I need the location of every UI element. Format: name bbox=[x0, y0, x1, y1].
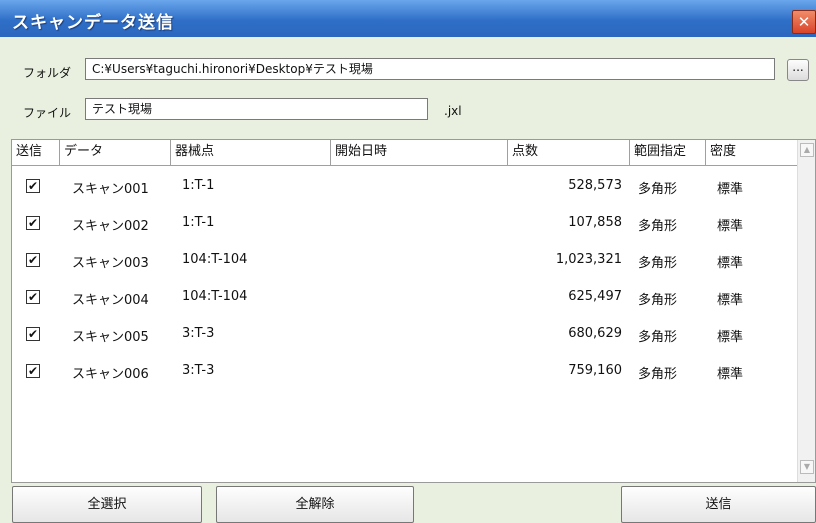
header-data[interactable]: データ bbox=[60, 140, 171, 165]
header-range[interactable]: 範囲指定 bbox=[630, 140, 706, 165]
file-extension: .jxl bbox=[444, 104, 462, 118]
density-cell: 標準 bbox=[717, 182, 744, 197]
density-cell: 標準 bbox=[717, 330, 744, 345]
send-checkbox[interactable]: ✔ bbox=[26, 290, 40, 304]
send-checkbox[interactable]: ✔ bbox=[26, 216, 40, 230]
data-name-cell: スキャン003 bbox=[72, 256, 149, 271]
scan-data-table: 送信 データ 器械点 開始日時 点数 範囲指定 密度 ✔ スキャン001 1:T… bbox=[11, 139, 816, 483]
header-station[interactable]: 器械点 bbox=[171, 140, 331, 165]
range-cell: 多角形 bbox=[638, 182, 678, 197]
header-density[interactable]: 密度 bbox=[706, 140, 798, 165]
table-row[interactable]: ✔ スキャン002 1:T-1 107,858 多角形 標準 bbox=[12, 205, 798, 242]
points-cell: 528,573 bbox=[568, 178, 622, 193]
range-cell: 多角形 bbox=[638, 256, 678, 271]
data-name-cell: スキャン004 bbox=[72, 293, 149, 308]
station-cell: 3:T-3 bbox=[182, 363, 215, 378]
scroll-down-icon[interactable]: ▼ bbox=[800, 460, 814, 474]
density-cell: 標準 bbox=[717, 367, 744, 382]
range-cell: 多角形 bbox=[638, 219, 678, 234]
deselect-all-button[interactable]: 全解除 bbox=[216, 486, 414, 523]
scroll-up-icon[interactable]: ▲ bbox=[800, 143, 814, 157]
send-checkbox[interactable]: ✔ bbox=[26, 364, 40, 378]
station-cell: 1:T-1 bbox=[182, 178, 215, 193]
folder-path-field[interactable]: C:¥Users¥taguchi.hironori¥Desktop¥テスト現場 bbox=[85, 58, 775, 80]
data-name-cell: スキャン006 bbox=[72, 367, 149, 382]
header-points[interactable]: 点数 bbox=[508, 140, 630, 165]
table-row[interactable]: ✔ スキャン003 104:T-104 1,023,321 多角形 標準 bbox=[12, 242, 798, 279]
density-cell: 標準 bbox=[717, 293, 744, 308]
send-checkbox[interactable]: ✔ bbox=[26, 179, 40, 193]
table-header: 送信 データ 器械点 開始日時 点数 範囲指定 密度 bbox=[12, 140, 798, 166]
station-cell: 104:T-104 bbox=[182, 289, 248, 304]
send-button[interactable]: 送信 bbox=[621, 486, 816, 523]
range-cell: 多角形 bbox=[638, 330, 678, 345]
file-name-field[interactable]: テスト現場 bbox=[85, 98, 428, 120]
vertical-scrollbar[interactable]: ▲ ▼ bbox=[797, 140, 815, 482]
window-title: スキャンデータ送信 bbox=[12, 13, 174, 33]
range-cell: 多角形 bbox=[638, 367, 678, 382]
points-cell: 680,629 bbox=[568, 326, 622, 341]
browse-folder-button[interactable]: ... bbox=[787, 59, 809, 81]
close-button[interactable]: ✕ bbox=[792, 10, 816, 34]
file-label: ファイル bbox=[23, 106, 72, 120]
station-cell: 104:T-104 bbox=[182, 252, 248, 267]
table-row[interactable]: ✔ スキャン004 104:T-104 625,497 多角形 標準 bbox=[12, 279, 798, 316]
send-checkbox[interactable]: ✔ bbox=[26, 327, 40, 341]
title-bar: スキャンデータ送信 bbox=[0, 0, 816, 37]
station-cell: 1:T-1 bbox=[182, 215, 215, 230]
points-cell: 759,160 bbox=[568, 363, 622, 378]
points-cell: 625,497 bbox=[568, 289, 622, 304]
range-cell: 多角形 bbox=[638, 293, 678, 308]
data-name-cell: スキャン001 bbox=[72, 182, 149, 197]
density-cell: 標準 bbox=[717, 256, 744, 271]
density-cell: 標準 bbox=[717, 219, 744, 234]
table-row[interactable]: ✔ スキャン005 3:T-3 680,629 多角形 標準 bbox=[12, 316, 798, 353]
table-row[interactable]: ✔ スキャン001 1:T-1 528,573 多角形 標準 bbox=[12, 168, 798, 205]
folder-label: フォルダ bbox=[23, 66, 72, 80]
points-cell: 1,023,321 bbox=[555, 252, 622, 267]
table-row[interactable]: ✔ スキャン006 3:T-3 759,160 多角形 標準 bbox=[12, 353, 798, 390]
header-start-time[interactable]: 開始日時 bbox=[331, 140, 508, 165]
select-all-button[interactable]: 全選択 bbox=[12, 486, 202, 523]
data-name-cell: スキャン005 bbox=[72, 330, 149, 345]
station-cell: 3:T-3 bbox=[182, 326, 215, 341]
points-cell: 107,858 bbox=[568, 215, 622, 230]
header-send[interactable]: 送信 bbox=[12, 140, 60, 165]
data-name-cell: スキャン002 bbox=[72, 219, 149, 234]
send-checkbox[interactable]: ✔ bbox=[26, 253, 40, 267]
